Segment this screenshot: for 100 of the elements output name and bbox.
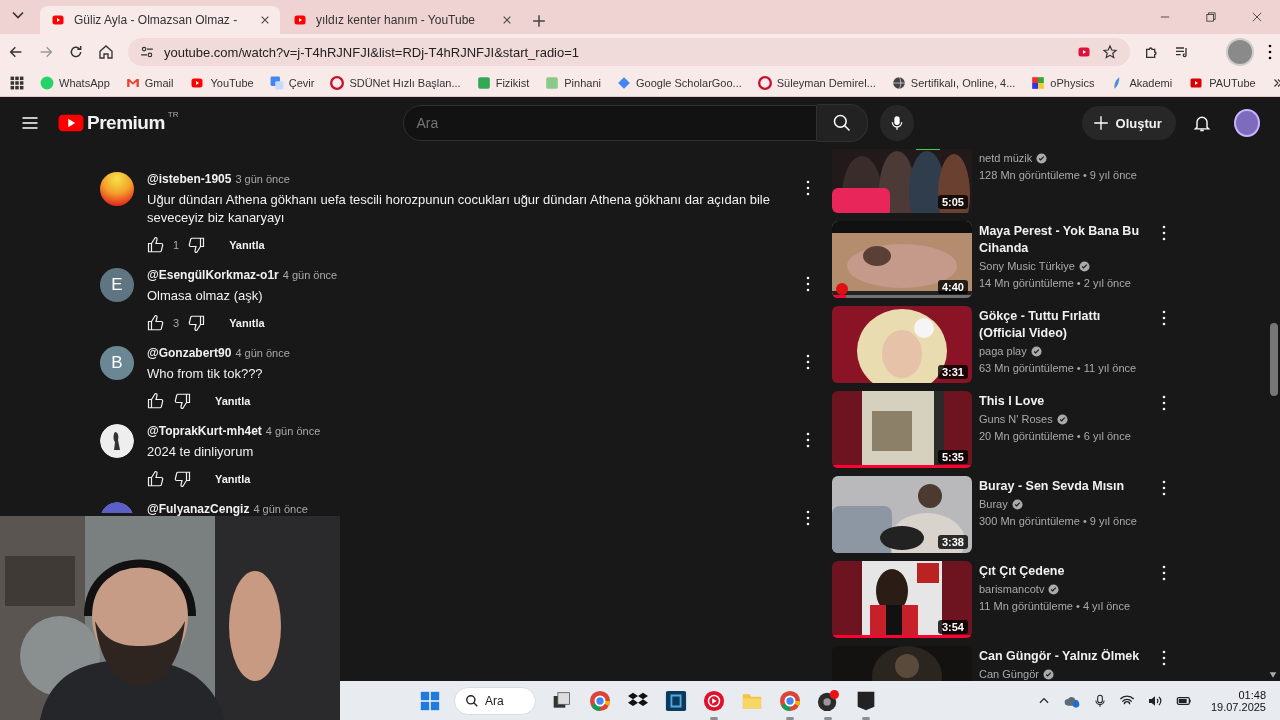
search-field[interactable]: Ara: [403, 105, 818, 141]
microphone-icon[interactable]: [1092, 693, 1107, 709]
more-icon[interactable]: [1162, 395, 1166, 411]
star-icon[interactable]: [1102, 44, 1118, 60]
restore-icon[interactable]: [1206, 12, 1216, 22]
voice-search-button[interactable]: [880, 105, 914, 141]
bookmark[interactable]: oPhysics: [1031, 76, 1095, 90]
video-title[interactable]: Maya Perest - Yok Bana Bu Cihanda: [979, 223, 1148, 257]
address-bar[interactable]: youtube.com/watch?v=j-T4hRJNFJI&list=RDj-T4hRJNFJI&start_radio=1: [128, 38, 1130, 66]
more-icon[interactable]: [1162, 225, 1166, 241]
task-view-icon[interactable]: [552, 691, 572, 711]
close-icon[interactable]: [1252, 12, 1262, 22]
bookmark[interactable]: Çevir: [269, 76, 315, 90]
bookmark[interactable]: Pinhani: [545, 76, 601, 90]
bookmark[interactable]: Akademi: [1110, 76, 1173, 90]
thumbs-up-icon[interactable]: [147, 392, 165, 410]
video-title[interactable]: Can Güngör - Yalnız Ölmek: [979, 648, 1148, 665]
reply-button[interactable]: Yanıtla: [209, 391, 257, 411]
thumbs-down-icon[interactable]: [173, 470, 191, 488]
more-icon[interactable]: [806, 180, 810, 196]
puzzle-icon[interactable]: [1144, 44, 1160, 60]
taskbar-search[interactable]: Ara: [454, 687, 536, 715]
channel-name[interactable]: barismancotv: [979, 583, 1045, 595]
bookmark[interactable]: Sertifikalı, Online, 4...: [891, 76, 1016, 90]
bookmark[interactable]: WhatsApp: [40, 76, 110, 90]
more-icon[interactable]: [1162, 480, 1166, 496]
bookmark[interactable]: Süleyman Demirel...: [757, 76, 876, 90]
video-title[interactable]: This I Love: [979, 393, 1148, 410]
channel-name[interactable]: Buray: [979, 498, 1008, 510]
bookmark[interactable]: Gmail: [125, 76, 174, 90]
app-tile-icon[interactable]: [665, 690, 687, 712]
record-icon[interactable]: [817, 690, 839, 712]
channel-name[interactable]: Sony Music Türkiye: [979, 260, 1075, 272]
media-icon[interactable]: [1174, 44, 1190, 60]
thumbs-down-icon[interactable]: [187, 314, 206, 332]
user-avatar[interactable]: B: [100, 346, 134, 380]
browser-tab[interactable]: Güliz Ayla - Olmazsan Olmaz -: [40, 6, 280, 34]
scroll-down-icon[interactable]: [1268, 671, 1278, 679]
thumbs-up-icon[interactable]: [147, 470, 165, 488]
comment-time[interactable]: 4 gün önce: [253, 503, 308, 515]
bookmark[interactable]: Fizikist: [476, 76, 530, 90]
video-title[interactable]: Çıt Çıt Çedene: [979, 563, 1148, 580]
comment-author[interactable]: @ToprakKurt-mh4et: [147, 424, 262, 438]
back-icon[interactable]: [8, 44, 24, 60]
home-icon[interactable]: [98, 44, 114, 60]
more-icon[interactable]: [1268, 44, 1272, 60]
profile-avatar[interactable]: [1233, 109, 1260, 137]
browser-icon[interactable]: [779, 690, 801, 712]
reply-button[interactable]: Yanıtla: [223, 235, 271, 255]
channel-name[interactable]: Can Güngör: [979, 668, 1039, 680]
thumbs-up-icon[interactable]: [147, 314, 165, 332]
bookmark[interactable]: Google ScholarGoo...: [616, 76, 742, 90]
bookmark[interactable]: YouTube: [189, 77, 254, 89]
more-icon[interactable]: [806, 432, 810, 448]
reply-button[interactable]: Yanıtla: [223, 313, 271, 333]
apps-grid-icon[interactable]: [10, 76, 24, 90]
channel-name[interactable]: paga play: [979, 345, 1027, 357]
reply-button[interactable]: Yanıtla: [209, 469, 257, 489]
browser-icon[interactable]: [589, 690, 611, 712]
more-icon[interactable]: [1162, 310, 1166, 326]
site-info-icon[interactable]: [140, 45, 154, 59]
scrollbar[interactable]: [1270, 323, 1278, 396]
close-icon[interactable]: [260, 15, 270, 25]
comment-time[interactable]: 4 gün önce: [235, 347, 290, 359]
clock[interactable]: 01:48 19.07.2025: [1210, 689, 1266, 713]
user-avatar[interactable]: [100, 424, 134, 458]
more-icon[interactable]: [806, 510, 810, 526]
browser-tab[interactable]: yıldız kenter hanım - YouTube: [282, 6, 522, 34]
channel-name[interactable]: Guns N' Roses: [979, 413, 1053, 425]
comment-author[interactable]: @FulyanazCengiz: [147, 502, 250, 516]
comment-author[interactable]: @EsengülKorkmaz-o1r: [147, 268, 279, 282]
chevron-right-double-icon[interactable]: [1271, 77, 1280, 89]
video-title[interactable]: Gökçe - Tuttu Fırlattı (Official Video): [979, 308, 1148, 342]
search-button[interactable]: [817, 104, 869, 142]
user-avatar[interactable]: [100, 172, 134, 206]
channel-name[interactable]: netd müzik: [979, 152, 1033, 164]
comment-time[interactable]: 4 gün önce: [282, 269, 338, 281]
windows-icon[interactable]: [420, 691, 440, 711]
more-icon[interactable]: [1162, 650, 1166, 666]
video-title[interactable]: Buray - Sen Sevda Mısın: [979, 478, 1148, 495]
bookmark[interactable]: SDÜNet Hızlı Başlan...: [330, 76, 461, 90]
comment-author[interactable]: @Gonzabert90: [147, 346, 232, 360]
more-icon[interactable]: [1162, 565, 1166, 581]
thumbs-up-icon[interactable]: [147, 236, 165, 254]
logo-text[interactable]: Premium: [87, 112, 165, 134]
comment-time[interactable]: 3 gün önce: [235, 173, 290, 185]
play-icon[interactable]: [58, 114, 84, 132]
close-icon[interactable]: [502, 15, 512, 25]
plus-icon[interactable]: [532, 14, 546, 28]
shield-logo-icon[interactable]: [856, 690, 876, 712]
thumbs-down-icon[interactable]: [173, 392, 191, 410]
comment-author[interactable]: @isteben-1905: [147, 172, 232, 186]
comment-time[interactable]: 4 gün önce: [265, 425, 321, 437]
user-avatar[interactable]: E: [100, 268, 134, 302]
more-icon[interactable]: [806, 276, 810, 292]
create-button[interactable]: Oluştur: [1081, 106, 1176, 140]
bookmark[interactable]: PAUTube: [1188, 77, 1256, 89]
reload-icon[interactable]: [68, 44, 84, 60]
thumbs-down-icon[interactable]: [187, 236, 206, 254]
more-icon[interactable]: [806, 354, 810, 370]
